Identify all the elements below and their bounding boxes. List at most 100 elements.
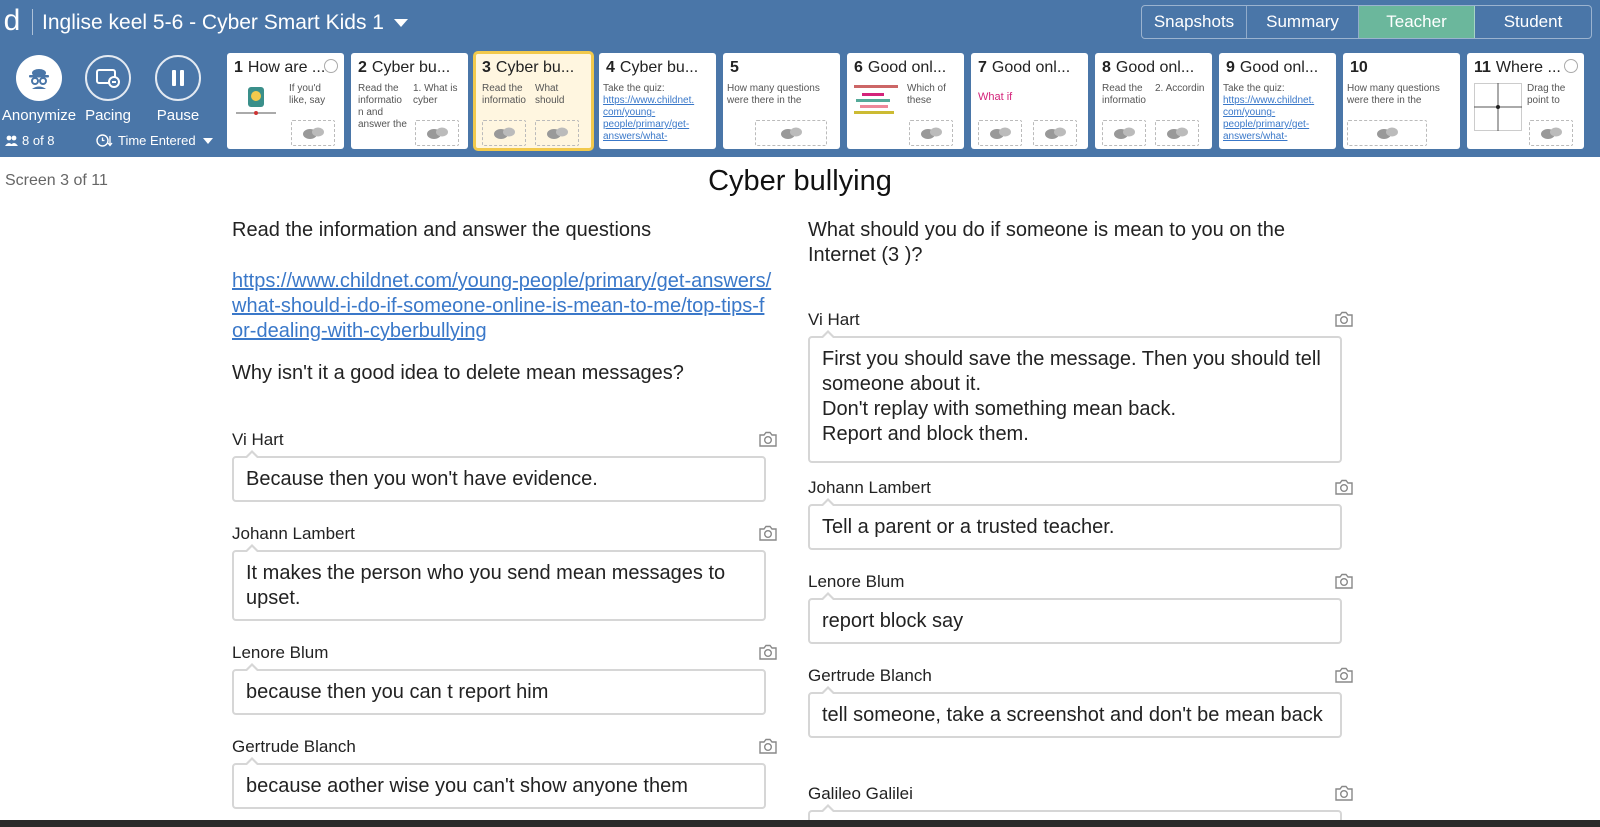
screen-card-2[interactable]: 2 Cyber bu... Read the informatio n and a…: [351, 53, 468, 149]
screen-card-title: 7 Good onl...: [978, 59, 1071, 76]
pause-icon: [155, 55, 201, 101]
mode-summary-button[interactable]: Summary: [1247, 6, 1359, 38]
mode-student-button[interactable]: Student: [1475, 6, 1591, 38]
response-placeholder: [1102, 120, 1146, 146]
speech-bubbles-icon: [547, 127, 568, 139]
screen-card-snippet: Take the quiz:: [1223, 83, 1285, 94]
response-card: Gertrude Blanch tell someone, take a scr…: [808, 665, 1353, 738]
screen-card-snippet-2: What should: [535, 83, 565, 106]
camera-icon[interactable]: [1334, 573, 1354, 589]
camera-icon[interactable]: [758, 644, 778, 660]
response-text: Because then you won't have evidence.: [232, 450, 766, 502]
screen-card-snippet: Drag the point to: [1527, 83, 1566, 106]
activity-title-dropdown[interactable]: Inglise keel 5-6 - Cyber Smart Kids 1: [42, 10, 408, 36]
clock-sort-icon: [96, 134, 113, 147]
response-card: Lenore Blum because then you can t repor…: [232, 642, 777, 715]
response-card: Johann Lambert It makes the person who y…: [232, 523, 777, 621]
speech-bubbles-icon: [1114, 127, 1135, 139]
screen-card-9[interactable]: 9 Good onl... Take the quiz: https://www.…: [1219, 53, 1336, 149]
screen-card-4[interactable]: 4 Cyber bu... Take the quiz: https://www.…: [599, 53, 716, 149]
student-name[interactable]: Gertrude Blanch: [808, 665, 1342, 687]
lightbulb-icon: [324, 59, 338, 73]
left-column: Read the information and answer the ques…: [232, 218, 772, 386]
student-name[interactable]: Vi Hart: [808, 309, 1342, 331]
screen-card-snippet-2: 2. Accordin: [1155, 83, 1205, 94]
response-text: report block say: [808, 592, 1342, 644]
camera-icon[interactable]: [1334, 785, 1354, 801]
student-name[interactable]: Galileo Galilei: [808, 783, 1342, 805]
screen-card-5[interactable]: 5 How many questions were there in the: [723, 53, 840, 149]
screen-card-8[interactable]: 8 Good onl... Read the informatio 2. Acco…: [1095, 53, 1212, 149]
screen-card-snippet: Read the informatio n and answer the: [358, 83, 407, 130]
speech-bubbles-icon: [1377, 127, 1398, 139]
response-text: First you should save the message. Then …: [808, 330, 1342, 463]
mode-teacher-button[interactable]: Teacher: [1359, 6, 1475, 38]
camera-icon[interactable]: [1334, 667, 1354, 683]
speech-bubbles-icon: [1045, 127, 1066, 139]
screen-card-7[interactable]: 7 Good onl... What if: [971, 53, 1088, 149]
screen-card-snippet: Which of these: [907, 83, 946, 106]
response-card: Vi Hart Because then you won't have evid…: [232, 429, 777, 502]
view-mode-switcher: Snapshots Summary Teacher Student: [1141, 5, 1592, 39]
screen-card-title: 9 Good onl...: [1226, 59, 1319, 76]
pacing-label: Pacing: [85, 107, 131, 124]
response-card: Galileo Galilei: [808, 783, 1353, 824]
student-name[interactable]: Johann Lambert: [232, 523, 766, 545]
camera-icon[interactable]: [758, 525, 778, 541]
camera-icon[interactable]: [1334, 311, 1354, 327]
lightbulb-icon: [1564, 59, 1578, 73]
divider: [32, 9, 33, 35]
sort-dropdown[interactable]: Time Entered: [96, 133, 213, 148]
screen-card-10[interactable]: 10 How many questions were there in the: [1343, 53, 1460, 149]
pause-label: Pause: [156, 107, 200, 124]
screen-card-title: 2 Cyber bu...: [358, 59, 451, 76]
response-placeholder: [291, 120, 335, 146]
response-placeholder: [909, 120, 953, 146]
pacing-button[interactable]: Pacing: [68, 55, 148, 124]
screen-card-6[interactable]: 6 Good onl... Which of these: [847, 53, 964, 149]
student-name[interactable]: Gertrude Blanch: [232, 736, 766, 758]
response-card: Johann Lambert Tell a parent or a truste…: [808, 477, 1353, 550]
response-text: Tell a parent or a trusted teacher.: [808, 498, 1342, 550]
screen-card-title: 11 Where ...: [1474, 59, 1561, 76]
speech-bubbles-icon: [1167, 127, 1188, 139]
screen-card-11[interactable]: 11 Where ... Drag the point to: [1467, 53, 1584, 149]
screen-card-snippet-2: 1. What is cyber: [413, 83, 458, 106]
screen-card-title: 10: [1350, 59, 1368, 76]
student-name[interactable]: Vi Hart: [232, 429, 766, 451]
screen-card-title: 3 Cyber bu...: [482, 59, 575, 76]
pause-button[interactable]: Pause: [138, 55, 218, 124]
response-placeholder: [1529, 120, 1573, 146]
camera-icon[interactable]: [758, 431, 778, 447]
speech-bubbles-icon: [990, 127, 1011, 139]
response-card: Lenore Blum report block say: [808, 571, 1353, 644]
response-placeholder: [1033, 120, 1077, 146]
word-cloud-picture: [854, 85, 898, 114]
student-count: 8 of 8: [5, 133, 55, 148]
screen-card-snippet: Take the quiz:: [603, 83, 665, 94]
instructions-text: Read the information and answer the ques…: [232, 219, 652, 241]
camera-icon[interactable]: [1334, 479, 1354, 495]
response-text: It makes the person who you send mean me…: [232, 544, 766, 621]
screen-card-1[interactable]: 1 How are ... If you'd like, say: [227, 53, 344, 149]
screen-card-title: 4 Cyber bu...: [606, 59, 699, 76]
screen-card-snippet: Read the informatio: [482, 83, 526, 106]
screen-card-snippet: If you'd like, say: [289, 83, 326, 106]
speech-bubbles-icon: [427, 127, 448, 139]
screen-card-snippet: How many questions were there in the: [727, 83, 820, 106]
mode-snapshots-button[interactable]: Snapshots: [1142, 6, 1247, 38]
anonymize-icon: [16, 55, 62, 101]
student-name[interactable]: Lenore Blum: [808, 571, 1342, 593]
speech-bubbles-icon: [921, 127, 942, 139]
screen-title: Cyber bullying: [708, 165, 892, 197]
students-icon: [5, 135, 18, 146]
student-name[interactable]: Lenore Blum: [232, 642, 766, 664]
desmos-logo[interactable]: d: [0, 2, 24, 40]
screen-card-3[interactable]: 3 Cyber bu... Read the informatio What sh…: [473, 51, 594, 151]
student-name[interactable]: Johann Lambert: [808, 477, 1342, 499]
activity-title: Inglise keel 5-6 - Cyber Smart Kids 1: [42, 11, 384, 34]
camera-icon[interactable]: [758, 738, 778, 754]
screen-card-link: https://www.childnet. com/young- people/…: [603, 95, 695, 142]
response-placeholder: [535, 120, 579, 146]
info-link[interactable]: https://www.childnet.com/young-people/pr…: [232, 269, 772, 344]
